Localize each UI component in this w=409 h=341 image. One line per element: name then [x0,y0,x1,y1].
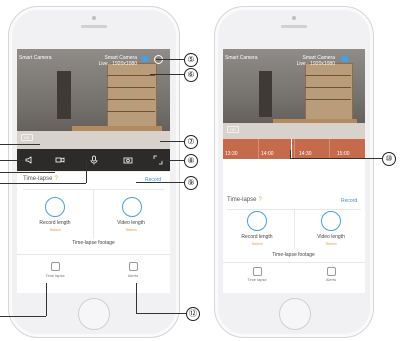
control-bar [17,149,170,172]
playback-timeline[interactable]: 13:30 14:00 14:30 15:00 [223,139,365,159]
timeline-time: 14:30 [299,151,312,157]
right-screen: Smart Camera Live · 1920x1080 Smart Came… [223,49,365,293]
home-button[interactable] [279,298,311,330]
record-length-label: Record length [39,220,71,226]
callout-10: ⑩ [382,152,396,166]
video-length-select[interactable]: Select [101,227,161,232]
tab-alerts[interactable]: Alerts [311,277,351,282]
record-length-label: Record length [241,234,273,240]
timelapse-footage-label[interactable]: Time-lapse footage [247,252,340,258]
screenshot-icon[interactable] [123,155,133,165]
alerts-icon[interactable] [129,262,138,271]
callout-6: ⑥ [184,68,198,82]
video-length-clock-icon[interactable] [122,197,142,217]
callout-5: ⑤ [184,53,198,67]
left-screen: Smart Camera Live · 1920x1080 Smart Came… [17,49,170,293]
record-video-icon[interactable] [55,155,65,165]
video-length-select[interactable]: Select [301,241,361,246]
callout-12: ⑫ [186,307,200,321]
callout-9: ⑨ [184,176,198,190]
callout-8: ⑧ [184,154,198,168]
record-length-clock-icon[interactable] [45,197,65,217]
home-button[interactable] [78,298,110,330]
hourglass-icon[interactable] [253,267,262,276]
timeline-cursor[interactable] [291,139,292,159]
callout-7: ⑦ [184,135,198,149]
microphone-icon[interactable] [89,155,99,165]
right-phone: Smart Camera Live · 1920x1080 Smart Came… [214,6,374,338]
timeline-time: 15:00 [337,151,350,157]
cloud-icon[interactable] [341,56,349,62]
tab-alerts[interactable]: Alerts [113,273,153,278]
corner-tag: Smart Camera [19,55,52,61]
record-length-select[interactable]: Select [227,241,287,246]
timeline-time: 14:00 [261,151,274,157]
hourglass-icon[interactable] [51,262,60,271]
record-link[interactable]: Record [341,198,357,204]
mute-icon[interactable] [25,155,35,165]
timelapse-title: Time-lapse? [23,176,58,182]
video-length-clock-icon[interactable] [321,211,341,231]
video-length-label: Video length [117,220,145,226]
hd-tag[interactable]: HD [227,126,239,133]
record-length-clock-icon[interactable] [247,211,267,231]
camera-title: Smart Camera Live · 1920x1080 [296,55,335,67]
timelapse-footage-label[interactable]: Time-lapse footage [47,240,140,246]
alerts-icon[interactable] [327,267,336,276]
camera-feed[interactable]: Smart Camera Live · 1920x1080 Smart Came… [223,49,365,139]
front-camera [92,16,96,20]
speaker [81,25,107,28]
corner-tag: Smart Camera [225,55,258,61]
timeline-time: 13:30 [225,151,238,157]
cloud-icon[interactable] [141,56,149,62]
tab-timelapse[interactable]: Time lapse [237,277,277,282]
camera-feed[interactable]: Smart Camera Live · 1920x1080 Smart Came… [17,49,170,149]
hd-tag[interactable]: HD [21,134,33,141]
timelapse-title: Time-lapse? [227,197,262,203]
tab-timelapse[interactable]: Time lapse [35,273,75,278]
camera-title: Smart Camera Live · 1920x1080 [98,55,137,67]
record-length-select[interactable]: Select [25,227,85,232]
video-length-label: Video length [317,234,345,240]
